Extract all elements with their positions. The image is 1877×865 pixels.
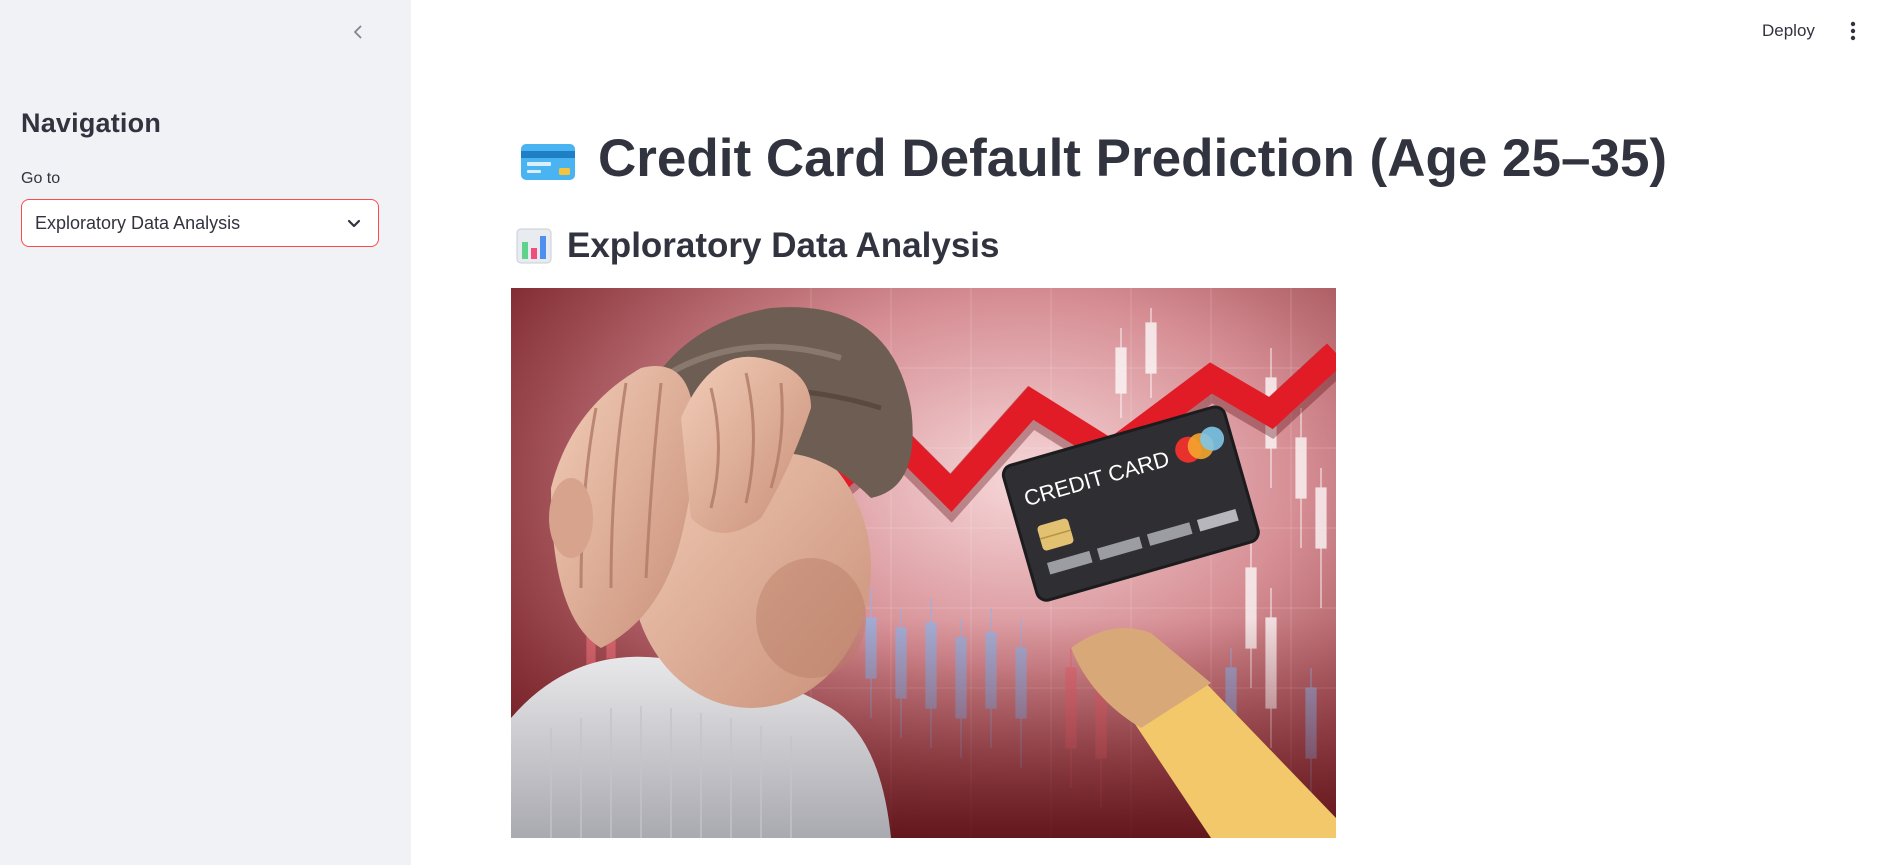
section-title-text: Exploratory Data Analysis (567, 226, 1000, 265)
sidebar: Navigation Go to Exploratory Data Analys… (0, 0, 411, 865)
deploy-button[interactable]: Deploy (1756, 16, 1821, 46)
select-value: Exploratory Data Analysis (35, 212, 241, 233)
page-title-text: Credit Card Default Prediction (Age 25–3… (598, 129, 1668, 188)
page-title: Credit Card Default Prediction (Age 25–3… (520, 128, 1667, 189)
chevron-left-icon (354, 25, 362, 39)
chevron-down-icon (347, 219, 361, 228)
section-title: Exploratory Data Analysis (516, 226, 999, 266)
page-select[interactable]: Exploratory Data Analysis (21, 199, 379, 247)
hero-image: CREDIT CARD (511, 288, 1336, 838)
main-menu-button[interactable] (1838, 14, 1868, 48)
sidebar-title: Navigation (21, 108, 162, 138)
app-root: Navigation Go to Exploratory Data Analys… (0, 0, 1877, 865)
select-label: Go to (21, 170, 61, 187)
vertical-dots-icon (1850, 21, 1856, 41)
collapse-sidebar-button[interactable] (342, 16, 374, 48)
credit-default-illustration: CREDIT CARD (511, 288, 1336, 838)
credit-card-emoji-icon (521, 143, 575, 180)
bar-chart-emoji-icon (516, 228, 552, 264)
